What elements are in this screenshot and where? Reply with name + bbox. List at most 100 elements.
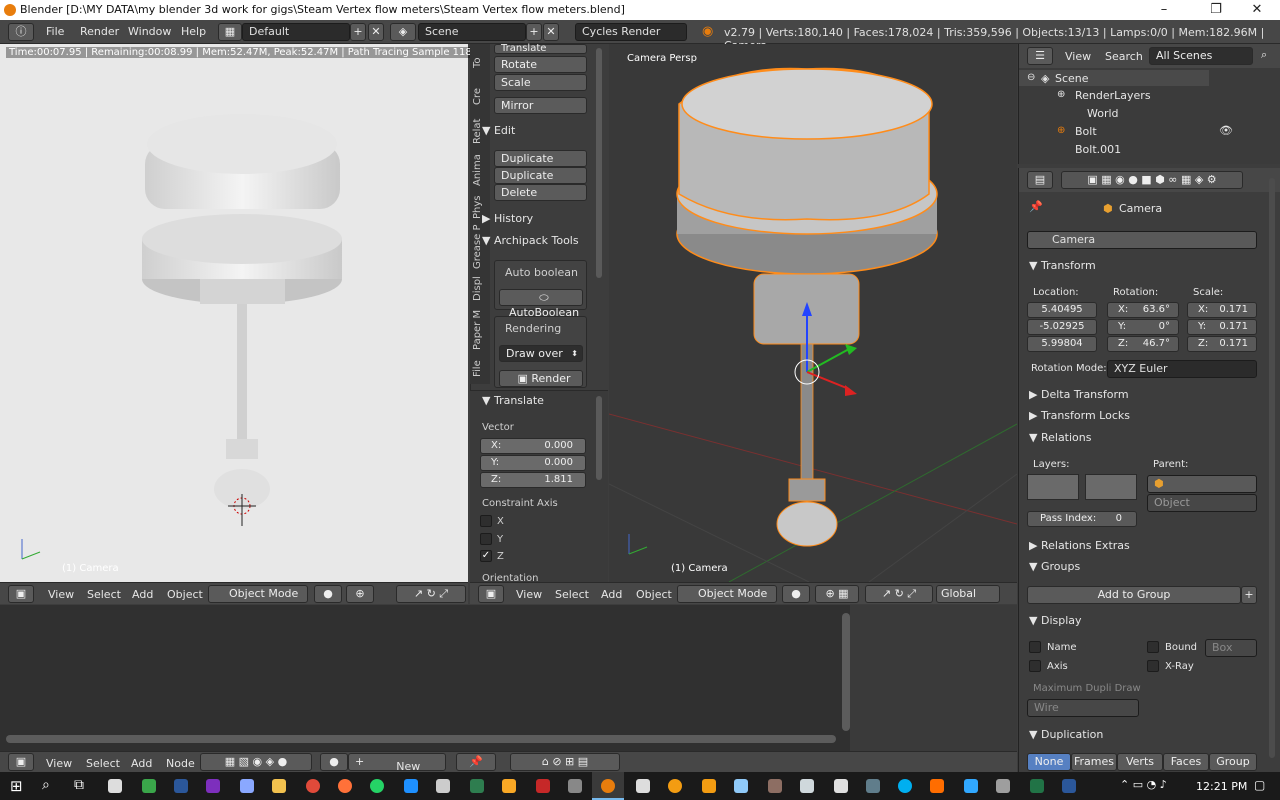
app-icon-16[interactable] bbox=[996, 779, 1010, 793]
scale-z-field[interactable]: Z: 0.171 bbox=[1187, 336, 1257, 352]
add-scene-icon[interactable]: + bbox=[526, 23, 542, 41]
illustrator-icon[interactable] bbox=[930, 779, 944, 793]
tab-animation[interactable]: Anima bbox=[472, 152, 488, 188]
chrome-icon[interactable] bbox=[306, 779, 320, 793]
operator-scrollbar[interactable] bbox=[596, 396, 602, 480]
notifications-icon[interactable]: ▢ bbox=[1254, 778, 1265, 792]
pivot-select-icon[interactable]: ⊕ bbox=[346, 585, 374, 603]
collapse-icon[interactable]: ⊖ bbox=[1027, 72, 1035, 83]
duplication-header[interactable]: ▼ Duplication bbox=[1029, 728, 1103, 741]
layout-field[interactable]: Default bbox=[242, 23, 350, 41]
node-h-scrollbar[interactable] bbox=[6, 735, 836, 743]
rotation-y-field[interactable]: Y: 0° bbox=[1107, 319, 1179, 335]
app-icon-15[interactable] bbox=[866, 779, 880, 793]
node-node-menu[interactable]: Node bbox=[166, 757, 195, 770]
remove-scene-icon[interactable]: ✕ bbox=[543, 23, 559, 41]
shading-select-icon-2[interactable]: ● bbox=[782, 585, 810, 603]
outliner-search-menu[interactable]: Search bbox=[1105, 50, 1143, 63]
location-z-field[interactable]: 5.99804 bbox=[1027, 336, 1097, 352]
properties-scrollbar[interactable] bbox=[1269, 178, 1275, 758]
outliner-editor-icon[interactable]: ☰ bbox=[1027, 47, 1053, 65]
tab-create[interactable]: Cre bbox=[472, 82, 488, 110]
app-icon-2[interactable] bbox=[206, 779, 220, 793]
xray-checkbox[interactable] bbox=[1147, 660, 1159, 672]
node-select-menu[interactable]: Select bbox=[86, 757, 120, 770]
axis-checkbox[interactable] bbox=[1029, 660, 1041, 672]
snap-icons[interactable]: ⌂ ⊘ ⊞ ▤ bbox=[510, 753, 620, 771]
mirror-button[interactable]: Mirror bbox=[494, 97, 587, 114]
outliner-item-bolt-001[interactable]: Bolt.001 bbox=[1075, 143, 1121, 156]
translate-z-field[interactable]: Z: 1.811 bbox=[480, 472, 586, 488]
properties-context-tabs[interactable]: ▣ ▦ ◉ ● ■ ⬢ ∞ ▦ ◈ ⚙ bbox=[1061, 171, 1243, 189]
tab-paper-model[interactable]: Paper M bbox=[472, 308, 488, 352]
scene-icon[interactable]: ◈ bbox=[390, 23, 416, 41]
view-menu[interactable]: View bbox=[48, 588, 74, 601]
edit-panel-header[interactable]: ▼ Edit bbox=[482, 124, 515, 137]
transform-panel-header[interactable]: ▼ Transform bbox=[1029, 259, 1096, 272]
app-icon-4[interactable] bbox=[436, 779, 450, 793]
select-menu-2[interactable]: Select bbox=[555, 588, 589, 601]
mode-select[interactable]: Object Mode bbox=[208, 585, 308, 603]
parent-field[interactable]: ⬢ bbox=[1147, 475, 1257, 493]
dup-faces-tab[interactable]: Faces bbox=[1163, 753, 1209, 771]
settings-icon[interactable] bbox=[734, 779, 748, 793]
menu-file[interactable]: File bbox=[46, 25, 64, 38]
scale-y-field[interactable]: Y: 0.171 bbox=[1187, 319, 1257, 335]
render-button[interactable]: ▣ Render bbox=[499, 370, 583, 387]
orientation-select[interactable]: Global bbox=[936, 585, 1000, 603]
outliner-display-select[interactable]: All Scenes bbox=[1149, 47, 1253, 65]
name-checkbox[interactable] bbox=[1029, 641, 1041, 653]
info-editor-type-icon[interactable]: ⓘ bbox=[8, 23, 34, 41]
constraint-y-checkbox[interactable] bbox=[480, 533, 492, 545]
location-y-field[interactable]: -5.02925 bbox=[1027, 319, 1097, 335]
calculator-icon[interactable] bbox=[240, 779, 254, 793]
tray-icons[interactable]: ⌃ ▭ ◔ ♪ bbox=[1120, 778, 1167, 791]
operator-header[interactable]: ▼ Translate bbox=[482, 394, 544, 407]
close-button[interactable]: ✕ bbox=[1234, 0, 1280, 20]
pin-icons[interactable]: 📌 bbox=[456, 753, 496, 771]
outliner-item-world[interactable]: World bbox=[1087, 107, 1119, 120]
editor-type-icon-2[interactable]: ▣ bbox=[478, 585, 504, 603]
task-view-icon[interactable]: ⧉ bbox=[74, 777, 84, 793]
blender-taskbar-item[interactable] bbox=[592, 772, 624, 800]
expand-icon[interactable]: ⊕ bbox=[1057, 89, 1065, 100]
rotation-z-field[interactable]: Z: 46.7° bbox=[1107, 336, 1179, 352]
app-icon-13[interactable] bbox=[800, 779, 814, 793]
dup-frames-tab[interactable]: Frames bbox=[1071, 753, 1117, 771]
add-to-group-button[interactable]: Add to Group bbox=[1027, 586, 1241, 604]
layers-grid-2[interactable] bbox=[1085, 474, 1137, 500]
outliner-item-scene[interactable]: Scene bbox=[1055, 72, 1089, 85]
add-menu-2[interactable]: Add bbox=[601, 588, 622, 601]
clock[interactable]: 12:21 PM bbox=[1196, 780, 1247, 793]
app-icon-14[interactable] bbox=[834, 779, 848, 793]
translate-y-field[interactable]: Y: 0.000 bbox=[480, 455, 586, 471]
location-x-field[interactable]: 5.40495 bbox=[1027, 302, 1097, 318]
search-icon[interactable]: ⌕ bbox=[42, 777, 50, 793]
shading-select-icon[interactable]: ● bbox=[314, 585, 342, 603]
delta-transform-header[interactable]: ▶ Delta Transform bbox=[1029, 388, 1129, 401]
scale-button[interactable]: Scale bbox=[494, 74, 587, 91]
translate-x-field[interactable]: X: 0.000 bbox=[480, 438, 586, 454]
object-menu-2[interactable]: Object bbox=[636, 588, 672, 601]
mode-select-2[interactable]: Object Mode bbox=[677, 585, 777, 603]
auto-boolean-button[interactable]: ⬭ AutoBoolean bbox=[499, 289, 583, 319]
duplicate-linked-button[interactable]: Duplicate Linked bbox=[494, 167, 587, 197]
outliner-search-icon[interactable]: ⌕ bbox=[1261, 48, 1267, 62]
scale-x-field[interactable]: X: 0.171 bbox=[1187, 302, 1257, 318]
new-material-button[interactable]: + New bbox=[348, 753, 446, 773]
view-menu-2[interactable]: View bbox=[516, 588, 542, 601]
3d-viewport[interactable]: Camera Persp (1) Camera bbox=[608, 44, 1018, 583]
groups-header[interactable]: ▼ Groups bbox=[1029, 560, 1080, 573]
constraint-x-checkbox[interactable] bbox=[480, 515, 492, 527]
menu-render[interactable]: Render bbox=[80, 25, 119, 38]
relations-extras-header[interactable]: ▶ Relations Extras bbox=[1029, 539, 1130, 552]
dup-group-tab[interactable]: Group bbox=[1209, 753, 1257, 771]
bound-checkbox[interactable] bbox=[1147, 641, 1159, 653]
remove-layout-icon[interactable]: ✕ bbox=[368, 23, 384, 41]
visibility-eye-icon[interactable]: 👁 bbox=[1219, 124, 1233, 137]
history-panel-header[interactable]: ▶ History bbox=[482, 212, 533, 225]
rotation-mode-select[interactable]: XYZ Euler bbox=[1107, 360, 1257, 378]
outliner-item-renderlayers[interactable]: RenderLayers bbox=[1075, 89, 1151, 102]
node-tree-type-icons[interactable]: ▦ ▧ ◉ ◈ ● bbox=[200, 753, 312, 771]
app-icon-12[interactable] bbox=[768, 779, 782, 793]
